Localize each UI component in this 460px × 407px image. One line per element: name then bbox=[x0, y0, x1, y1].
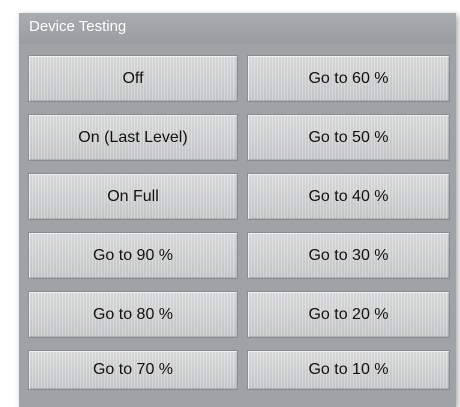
go-to-30-button[interactable]: Go to 30 % bbox=[247, 232, 450, 279]
go-to-10-button[interactable]: Go to 10 % bbox=[247, 350, 450, 390]
go-to-50-button[interactable]: Go to 50 % bbox=[247, 114, 450, 161]
button-grid: Off Go to 60 % On (Last Level) Go to 50 … bbox=[28, 55, 450, 397]
go-to-60-button[interactable]: Go to 60 % bbox=[247, 55, 450, 102]
off-button[interactable]: Off bbox=[28, 55, 238, 102]
on-last-level-button[interactable]: On (Last Level) bbox=[28, 114, 238, 161]
device-testing-panel: Device Testing Off Go to 60 % On (Last L… bbox=[19, 13, 456, 407]
go-to-40-button[interactable]: Go to 40 % bbox=[247, 173, 450, 220]
go-to-80-button[interactable]: Go to 80 % bbox=[28, 291, 238, 338]
on-full-button[interactable]: On Full bbox=[28, 173, 238, 220]
panel-title: Device Testing bbox=[19, 13, 456, 44]
go-to-20-button[interactable]: Go to 20 % bbox=[247, 291, 450, 338]
go-to-70-button[interactable]: Go to 70 % bbox=[28, 350, 238, 390]
go-to-90-button[interactable]: Go to 90 % bbox=[28, 232, 238, 279]
